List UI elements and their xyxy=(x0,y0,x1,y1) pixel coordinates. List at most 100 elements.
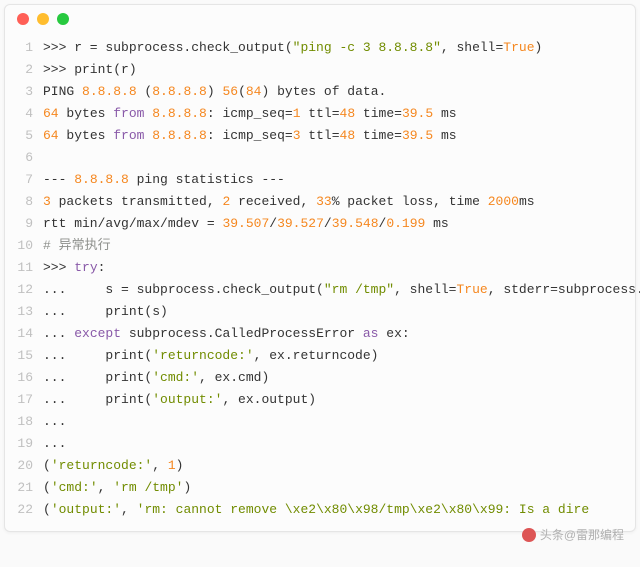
code-area: 1>>> r = subprocess.check_output("ping -… xyxy=(5,33,635,531)
code-line: 18... xyxy=(5,411,635,433)
zoom-icon[interactable] xyxy=(57,13,69,25)
line-content: ('returncode:', 1) xyxy=(43,455,635,477)
line-number: 18 xyxy=(5,411,43,433)
code-token: True xyxy=(503,40,534,55)
code-token: 'cmd:' xyxy=(51,480,98,495)
code-token: ... xyxy=(43,414,66,429)
line-content: ('output:', 'rm: cannot remove \xe2\x80\… xyxy=(43,499,635,521)
close-icon[interactable] xyxy=(17,13,29,25)
line-content: 64 bytes from 8.8.8.8: icmp_seq=1 ttl=48… xyxy=(43,103,635,125)
code-token: ms xyxy=(433,106,456,121)
watermark: 头条@雷那编程 xyxy=(522,526,624,543)
line-number: 16 xyxy=(5,367,43,389)
code-line: 21('cmd:', 'rm /tmp') xyxy=(5,477,635,499)
code-token: , xyxy=(121,502,137,517)
code-line: 464 bytes from 8.8.8.8: icmp_seq=1 ttl=4… xyxy=(5,103,635,125)
code-token: : xyxy=(98,260,106,275)
code-token: >>> print(r) xyxy=(43,62,137,77)
code-token: 8.8.8.8 xyxy=(152,106,207,121)
code-line: 11>>> try: xyxy=(5,257,635,279)
code-token: 64 xyxy=(43,128,59,143)
line-content: 64 bytes from 8.8.8.8: icmp_seq=3 ttl=48… xyxy=(43,125,635,147)
code-token: 8.8.8.8 xyxy=(152,84,207,99)
code-line: 14... except subprocess.CalledProcessErr… xyxy=(5,323,635,345)
line-content: ... print('output:', ex.output) xyxy=(43,389,635,411)
minimize-icon[interactable] xyxy=(37,13,49,25)
code-token: 56 xyxy=(222,84,238,99)
code-token: ... print( xyxy=(43,348,152,363)
line-content: >>> print(r) xyxy=(43,59,635,81)
code-token: ) bytes of data. xyxy=(261,84,386,99)
code-token: 'output:' xyxy=(152,392,222,407)
code-token: try xyxy=(74,260,97,275)
code-token: , ex.returncode) xyxy=(254,348,379,363)
code-token: received, xyxy=(230,194,316,209)
code-token: 0.199 xyxy=(386,216,425,231)
code-line: 20('returncode:', 1) xyxy=(5,455,635,477)
line-number: 2 xyxy=(5,59,43,81)
code-token: ... xyxy=(43,326,74,341)
code-token: : icmp_seq= xyxy=(207,106,293,121)
code-token: ) xyxy=(176,458,184,473)
code-token: 8.8.8.8 xyxy=(82,84,137,99)
line-content: ... print('returncode:', ex.returncode) xyxy=(43,345,635,367)
code-token: , shell= xyxy=(394,282,456,297)
code-token: / xyxy=(324,216,332,231)
code-token: from xyxy=(113,106,144,121)
code-window: 1>>> r = subprocess.check_output("ping -… xyxy=(4,4,636,532)
code-token: ... xyxy=(43,436,66,451)
line-number: 19 xyxy=(5,433,43,455)
code-token: ( xyxy=(238,84,246,99)
code-token: from xyxy=(113,128,144,143)
code-token: 3 xyxy=(293,128,301,143)
code-token: PING xyxy=(43,84,82,99)
line-content: ('cmd:', 'rm /tmp') xyxy=(43,477,635,499)
line-content: ... except subprocess.CalledProcessError… xyxy=(43,323,635,345)
code-token: 'rm: cannot remove \xe2\x80\x98/tmp\xe2\… xyxy=(137,502,589,517)
code-token: , ex.cmd) xyxy=(199,370,269,385)
code-line: 7--- 8.8.8.8 ping statistics --- xyxy=(5,169,635,191)
line-number: 20 xyxy=(5,455,43,477)
code-token: subprocess.CalledProcessError xyxy=(121,326,363,341)
code-token: "ping -c 3 8.8.8.8" xyxy=(293,40,441,55)
code-token: ) xyxy=(183,480,191,495)
code-token: ms xyxy=(433,128,456,143)
code-token: 39.527 xyxy=(277,216,324,231)
code-token: ex: xyxy=(378,326,409,341)
line-number: 3 xyxy=(5,81,43,103)
code-line: 9rtt min/avg/max/mdev = 39.507/39.527/39… xyxy=(5,213,635,235)
code-token: % packet loss, time xyxy=(332,194,488,209)
code-token: bytes xyxy=(59,128,114,143)
code-token: 1 xyxy=(293,106,301,121)
line-number: 10 xyxy=(5,235,43,257)
code-token: 48 xyxy=(340,106,356,121)
code-token: as xyxy=(363,326,379,341)
line-content: PING 8.8.8.8 (8.8.8.8) 56(84) bytes of d… xyxy=(43,81,635,103)
line-content: ... print('cmd:', ex.cmd) xyxy=(43,367,635,389)
code-token: ... print(s) xyxy=(43,304,168,319)
line-content: >>> r = subprocess.check_output("ping -c… xyxy=(43,37,635,59)
code-token: ms xyxy=(519,194,535,209)
line-number: 7 xyxy=(5,169,43,191)
code-token: time= xyxy=(355,128,402,143)
code-token: 39.548 xyxy=(332,216,379,231)
code-token: 'returncode:' xyxy=(152,348,253,363)
code-line: 22('output:', 'rm: cannot remove \xe2\x8… xyxy=(5,499,635,521)
line-number: 1 xyxy=(5,37,43,59)
code-token: ) xyxy=(207,84,223,99)
code-token: --- xyxy=(43,172,74,187)
line-number: 4 xyxy=(5,103,43,125)
code-token: True xyxy=(457,282,488,297)
code-line: 17... print('output:', ex.output) xyxy=(5,389,635,411)
line-number: 8 xyxy=(5,191,43,213)
line-number: 9 xyxy=(5,213,43,235)
code-token: ttl= xyxy=(301,128,340,143)
line-number: 14 xyxy=(5,323,43,345)
code-token: 'rm /tmp' xyxy=(113,480,183,495)
line-number: 22 xyxy=(5,499,43,521)
line-number: 17 xyxy=(5,389,43,411)
code-line: 19... xyxy=(5,433,635,455)
code-token: bytes xyxy=(59,106,114,121)
code-token: , shell= xyxy=(441,40,503,55)
code-token: ... s = subprocess.check_output( xyxy=(43,282,324,297)
